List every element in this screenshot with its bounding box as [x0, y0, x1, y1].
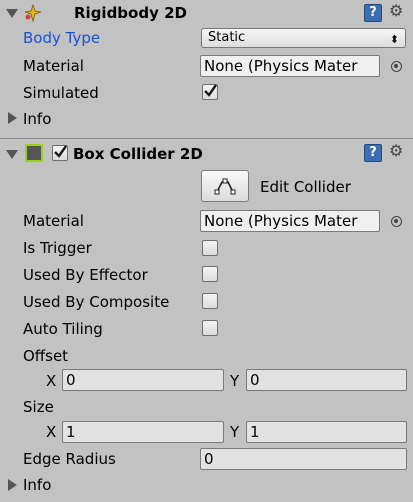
body-type-dropdown[interactable]: Static ⬍ [201, 28, 406, 48]
collider-material-label: Material [23, 212, 84, 230]
collider-info-fold-arrow-icon[interactable] [8, 479, 17, 491]
box-collider-enabled-checkbox[interactable] [52, 145, 68, 161]
edge-radius-value: 0 [204, 450, 214, 468]
box-collider-settings-gear-icon[interactable]: ⚙ [389, 143, 403, 159]
rigidbody-material-label: Material [23, 57, 84, 75]
size-y-value: 1 [250, 423, 260, 441]
collider-material-field[interactable]: None (Physics Mater [200, 210, 380, 232]
edge-radius-label: Edge Radius [23, 450, 116, 468]
checkmark-icon [204, 84, 217, 97]
edge-radius-field[interactable]: 0 [200, 448, 407, 470]
size-label: Size [23, 398, 54, 416]
offset-y-field[interactable]: 0 [246, 369, 407, 391]
size-y-field[interactable]: 1 [246, 421, 407, 443]
offset-x-value: 0 [66, 371, 76, 389]
component-divider [0, 138, 413, 139]
collider-material-value: None (Physics Mater [204, 212, 358, 230]
offset-x-axis-label[interactable]: X [46, 372, 56, 390]
used-by-effector-checkbox[interactable] [202, 266, 218, 282]
box-collider-help-icon[interactable]: ? [364, 144, 382, 162]
box-collider-fold-arrow-icon[interactable] [6, 150, 18, 159]
box-collider-title: Box Collider 2D [73, 145, 203, 163]
auto-tiling-checkbox[interactable] [202, 320, 218, 336]
size-x-field[interactable]: 1 [62, 421, 224, 443]
is-trigger-label: Is Trigger [23, 239, 92, 257]
auto-tiling-label: Auto Tiling [23, 320, 103, 338]
edit-collider-label: Edit Collider [260, 178, 351, 196]
rigidbody-title: Rigidbody 2D [74, 4, 187, 22]
size-y-axis-label[interactable]: Y [230, 423, 239, 441]
rigidbody-fold-arrow-icon[interactable] [6, 9, 18, 18]
collider-material-picker-icon[interactable] [391, 216, 402, 227]
offset-label: Offset [23, 347, 69, 365]
simulated-label: Simulated [23, 84, 99, 102]
is-trigger-checkbox[interactable] [202, 240, 218, 256]
used-by-composite-label: Used By Composite [23, 293, 170, 311]
used-by-effector-label: Used By Effector [23, 266, 148, 284]
simulated-checkbox[interactable] [202, 84, 218, 100]
used-by-composite-checkbox[interactable] [202, 293, 218, 309]
rigidbody-component-icon [22, 3, 44, 23]
size-x-value: 1 [66, 423, 76, 441]
dropdown-arrows-icon: ⬍ [389, 33, 399, 46]
offset-x-field[interactable]: 0 [62, 369, 224, 391]
rigidbody-material-value: None (Physics Mater [204, 57, 358, 75]
offset-y-axis-label[interactable]: Y [230, 372, 239, 390]
rigidbody-info-label[interactable]: Info [23, 110, 51, 128]
checkmark-icon [54, 145, 67, 158]
body-type-value: Static [208, 30, 246, 45]
edit-collider-icon [214, 178, 236, 195]
rigidbody-header[interactable]: Rigidbody 2D ? ⚙ [0, 0, 413, 28]
rigidbody-material-field[interactable]: None (Physics Mater [200, 55, 380, 77]
rigidbody-material-picker-icon[interactable] [391, 61, 402, 72]
box-collider-component-icon [25, 144, 43, 162]
box-collider-header[interactable]: Box Collider 2D ? ⚙ [0, 140, 413, 168]
body-type-label: Body Type [23, 29, 101, 47]
edit-collider-button[interactable] [201, 170, 249, 202]
rigidbody-help-icon[interactable]: ? [364, 4, 382, 22]
size-x-axis-label[interactable]: X [46, 423, 56, 441]
rigidbody-settings-gear-icon[interactable]: ⚙ [389, 3, 403, 19]
rigidbody-info-fold-arrow-icon[interactable] [8, 112, 17, 124]
collider-info-label[interactable]: Info [23, 476, 51, 494]
offset-y-value: 0 [250, 371, 260, 389]
